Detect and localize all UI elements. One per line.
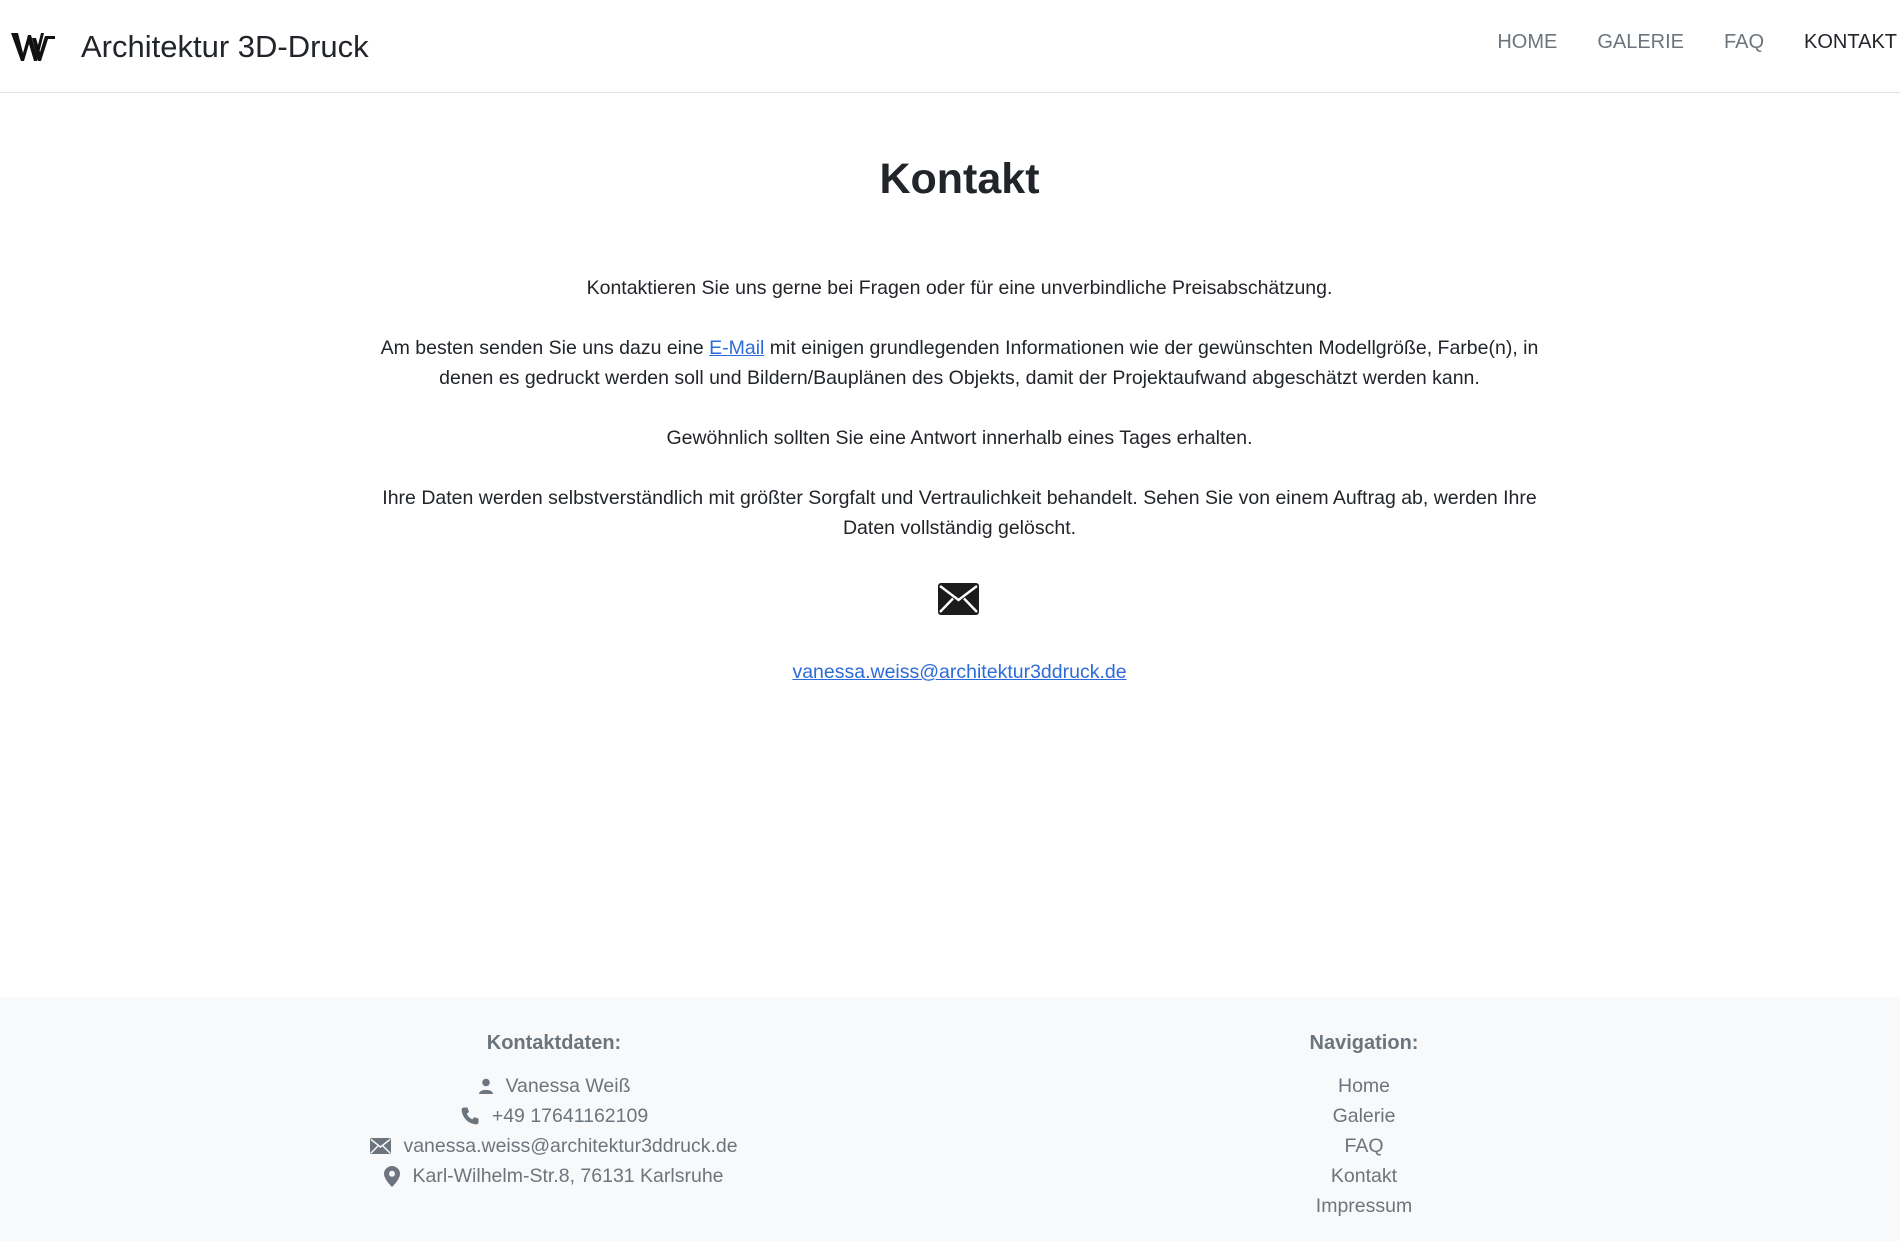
- footer-navigation-heading: Navigation:: [1309, 1032, 1419, 1054]
- footer-address-text: Karl-Wilhelm-Str.8, 76131 Karlsruhe: [412, 1165, 724, 1187]
- brand[interactable]: Architektur 3D-Druck: [10, 25, 369, 69]
- footer-phone-text: +49 17641162109: [491, 1105, 649, 1127]
- privacy-paragraph: Ihre Daten werden selbstverständlich mit…: [382, 487, 1537, 539]
- vw-monogram-logo-icon: [11, 33, 55, 61]
- footer-contact-name: Vanessa Weiß: [354, 1071, 754, 1101]
- footer: Kontaktdaten: Vanessa Weiß +49 176411621…: [0, 997, 1900, 1241]
- phone-icon: [461, 1107, 479, 1125]
- main-nav: HOME GALERIE FAQ KONTAKT: [1497, 31, 1897, 54]
- response-time-paragraph: Gewöhnlich sollten Sie eine Antwort inne…: [666, 427, 1253, 449]
- page-title: Kontakt: [879, 155, 1040, 203]
- footer-nav-impressum[interactable]: Impressum: [1264, 1191, 1464, 1221]
- footer-nav-faq[interactable]: FAQ: [1264, 1131, 1464, 1161]
- footer-contact-phone: +49 17641162109: [354, 1101, 754, 1131]
- footer-name-text: Vanessa Weiß: [505, 1075, 631, 1097]
- main-content: Kontakt Kontaktieren Sie uns gerne bei F…: [0, 93, 1900, 997]
- footer-nav-home[interactable]: Home: [1264, 1071, 1464, 1101]
- envelope-icon: [370, 1138, 392, 1154]
- nav-faq-link[interactable]: FAQ: [1724, 31, 1764, 54]
- envelope-icon: [938, 583, 979, 615]
- footer-contact-email: vanessa.weiss@architektur3ddruck.de: [354, 1131, 754, 1161]
- footer-contact-heading: Kontaktdaten:: [486, 1032, 622, 1054]
- footer-contact-address: Karl-Wilhelm-Str.8, 76131 Karlsruhe: [354, 1161, 754, 1191]
- footer-nav-kontakt[interactable]: Kontakt: [1264, 1161, 1464, 1191]
- map-pin-icon: [384, 1165, 401, 1187]
- brand-title: Architektur 3D-Druck: [81, 29, 369, 64]
- contact-text: Kontaktieren Sie uns gerne bei Fragen od…: [380, 273, 1539, 573]
- nav-galerie-link[interactable]: GALERIE: [1597, 31, 1684, 54]
- email-inline-link[interactable]: E-Mail: [709, 337, 764, 359]
- email-instructions-paragraph: Am besten senden Sie uns dazu eine E-Mai…: [380, 333, 1539, 393]
- footer-navigation-section: Navigation: Home Galerie FAQ Kontakt Imp…: [1264, 1029, 1464, 1221]
- footer-email-text: vanessa.weiss@architektur3ddruck.de: [403, 1135, 738, 1157]
- email-instructions-text-start: Am besten senden Sie uns dazu eine: [380, 337, 710, 359]
- footer-nav-galerie[interactable]: Galerie: [1264, 1101, 1464, 1131]
- email-address-link[interactable]: vanessa.weiss@architektur3ddruck.de: [0, 661, 1900, 684]
- footer-contact-section: Kontaktdaten: Vanessa Weiß +49 176411621…: [354, 1029, 754, 1191]
- top-navbar: Architektur 3D-Druck HOME GALERIE FAQ KO…: [0, 0, 1900, 93]
- nav-kontakt-link[interactable]: KONTAKT: [1804, 31, 1897, 54]
- intro-paragraph: Kontaktieren Sie uns gerne bei Fragen od…: [586, 277, 1333, 299]
- nav-home-link[interactable]: HOME: [1497, 31, 1557, 54]
- person-icon: [478, 1078, 493, 1094]
